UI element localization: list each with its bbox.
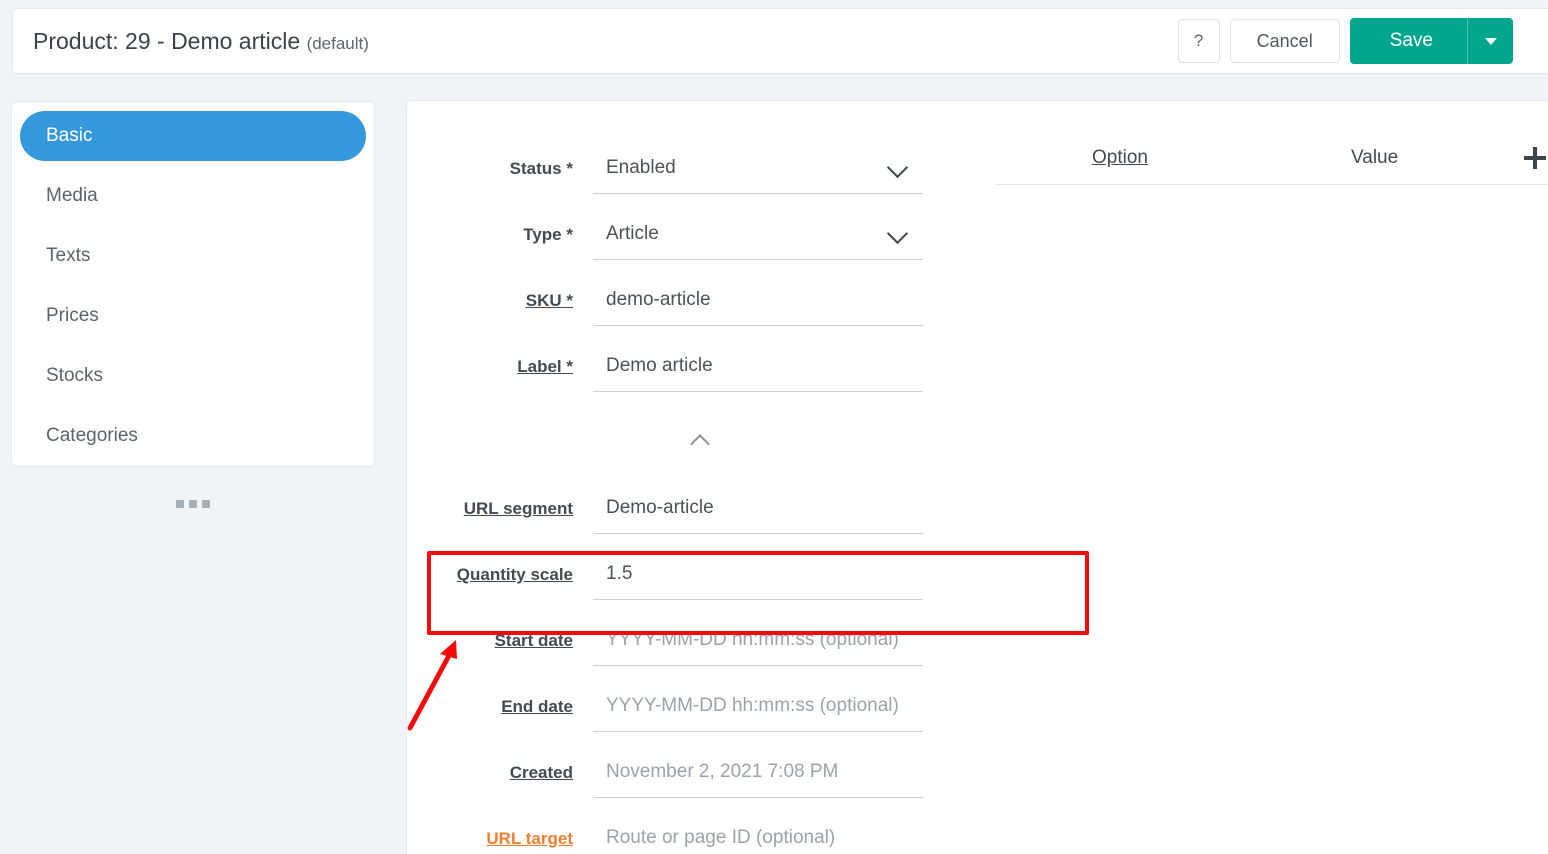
- sidebar-item-basic[interactable]: Basic: [20, 111, 366, 161]
- chevron-up-icon: [690, 434, 710, 454]
- type-select[interactable]: Article: [593, 209, 923, 260]
- label-text: Status: [509, 159, 562, 178]
- label-text: URL segment: [463, 499, 573, 518]
- help-button[interactable]: ?: [1177, 19, 1220, 63]
- page-title-main: Product: 29 - Demo article: [33, 27, 301, 54]
- app-root: Product: 29 - Demo article (default) ? C…: [0, 0, 1548, 854]
- sku-input[interactable]: demo-article: [593, 275, 923, 326]
- label-text: Start date: [494, 631, 573, 650]
- field-label-url-segment[interactable]: URL segment: [407, 483, 593, 519]
- cancel-button[interactable]: Cancel: [1229, 19, 1340, 63]
- page-title: Product: 29 - Demo article (default): [33, 28, 369, 55]
- chevron-down-icon: [886, 222, 909, 245]
- field-url-segment: URL segment Demo-article: [407, 483, 967, 549]
- label-input[interactable]: Demo article: [593, 341, 923, 392]
- quantity-scale-value: 1.5: [606, 563, 633, 584]
- dot-icon: [189, 500, 197, 508]
- sidebar-item-label: Media: [46, 185, 98, 206]
- start-date-input[interactable]: YYYY-MM-DD hh:mm:ss (optional): [593, 615, 923, 666]
- end-date-placeholder: YYYY-MM-DD hh:mm:ss (optional): [606, 695, 899, 716]
- required-marker: *: [566, 357, 573, 376]
- label-text: URL target: [486, 829, 573, 848]
- field-label-start-date[interactable]: Start date: [407, 615, 593, 651]
- sidebar-item-label: Basic: [46, 125, 93, 146]
- column-header-value: Value: [1351, 147, 1399, 168]
- save-button[interactable]: Save: [1350, 18, 1467, 64]
- sidebar-item-media[interactable]: Media: [20, 171, 366, 221]
- save-button-group[interactable]: Save: [1349, 18, 1513, 64]
- sidebar-item-label: Categories: [46, 425, 138, 446]
- top-bar: Product: 29 - Demo article (default) ? C…: [12, 8, 1548, 74]
- start-date-placeholder: YYYY-MM-DD hh:mm:ss (optional): [606, 629, 899, 650]
- status-value: Enabled: [606, 157, 676, 178]
- options-table: Option Value: [996, 141, 1548, 185]
- sidebar-item-label: Prices: [46, 305, 99, 326]
- dot-icon: [176, 500, 184, 508]
- page-title-suffix: (default): [306, 33, 369, 53]
- label-text: End date: [501, 697, 573, 716]
- created-value: November 2, 2021 7:08 PM: [606, 761, 839, 782]
- chevron-down-icon: [1484, 37, 1497, 45]
- field-label-quantity-scale[interactable]: Quantity scale: [407, 549, 593, 585]
- label-text: Quantity scale: [456, 565, 573, 584]
- field-start-date: Start date YYYY-MM-DD hh:mm:ss (optional…: [407, 615, 967, 681]
- top-bar-actions: ? Cancel Save: [1177, 18, 1513, 64]
- type-value: Article: [606, 223, 659, 244]
- sidebar-item-label: Texts: [46, 245, 91, 266]
- sidebar-item-prices[interactable]: Prices: [20, 291, 366, 341]
- field-label-end-date[interactable]: End date: [407, 681, 593, 717]
- field-sku: SKU * demo-article: [407, 275, 967, 341]
- add-option-button[interactable]: [1524, 147, 1548, 171]
- product-form: Status * Enabled Type * Article SKU * de…: [407, 101, 967, 854]
- main-panel: Status * Enabled Type * Article SKU * de…: [406, 100, 1548, 854]
- field-url-target: URL target Route or page ID (optional): [407, 813, 967, 854]
- label-text: SKU: [525, 291, 562, 310]
- label-text: Type: [523, 225, 562, 244]
- field-label-status: Status *: [407, 143, 593, 179]
- label-value: Demo article: [606, 355, 713, 376]
- sidebar-item-texts[interactable]: Texts: [20, 231, 366, 281]
- field-label: Label * Demo article: [407, 341, 967, 407]
- field-label-sku[interactable]: SKU *: [407, 275, 593, 311]
- save-dropdown-toggle[interactable]: [1467, 18, 1513, 64]
- url-segment-value: Demo-article: [606, 497, 714, 518]
- sidebar-item-label: Stocks: [46, 365, 104, 386]
- required-marker: *: [566, 159, 573, 178]
- options-table-header: Option Value: [996, 141, 1548, 185]
- created-input[interactable]: November 2, 2021 7:08 PM: [593, 747, 923, 798]
- label-text: Created: [509, 763, 573, 782]
- collapse-toggle[interactable]: [407, 407, 967, 483]
- sidebar: Basic Media Texts Prices Stocks Categori…: [11, 101, 375, 467]
- field-label-label[interactable]: Label *: [407, 341, 593, 377]
- field-label-created[interactable]: Created: [407, 747, 593, 783]
- url-segment-input[interactable]: Demo-article: [593, 483, 923, 534]
- label-text: Label: [517, 357, 562, 376]
- sku-value: demo-article: [606, 289, 711, 310]
- required-marker: *: [566, 225, 573, 244]
- chevron-down-icon: [886, 156, 909, 179]
- dot-icon: [202, 500, 210, 508]
- url-target-placeholder: Route or page ID (optional): [606, 827, 836, 848]
- required-marker: *: [566, 291, 573, 310]
- field-end-date: End date YYYY-MM-DD hh:mm:ss (optional): [407, 681, 967, 747]
- field-status: Status * Enabled: [407, 143, 967, 209]
- sidebar-more-button[interactable]: [176, 500, 210, 508]
- field-quantity-scale: Quantity scale 1.5: [407, 549, 967, 615]
- url-target-input[interactable]: Route or page ID (optional): [593, 813, 923, 854]
- end-date-input[interactable]: YYYY-MM-DD hh:mm:ss (optional): [593, 681, 923, 732]
- field-created: Created November 2, 2021 7:08 PM: [407, 747, 967, 813]
- sidebar-item-categories[interactable]: Categories: [20, 411, 366, 461]
- field-label-url-target[interactable]: URL target: [407, 813, 593, 849]
- status-select[interactable]: Enabled: [593, 143, 923, 194]
- field-label-type: Type *: [407, 209, 593, 245]
- column-header-option[interactable]: Option: [1092, 147, 1148, 169]
- field-type: Type * Article: [407, 209, 967, 275]
- sidebar-item-stocks[interactable]: Stocks: [20, 351, 366, 401]
- quantity-scale-input[interactable]: 1.5: [593, 549, 923, 600]
